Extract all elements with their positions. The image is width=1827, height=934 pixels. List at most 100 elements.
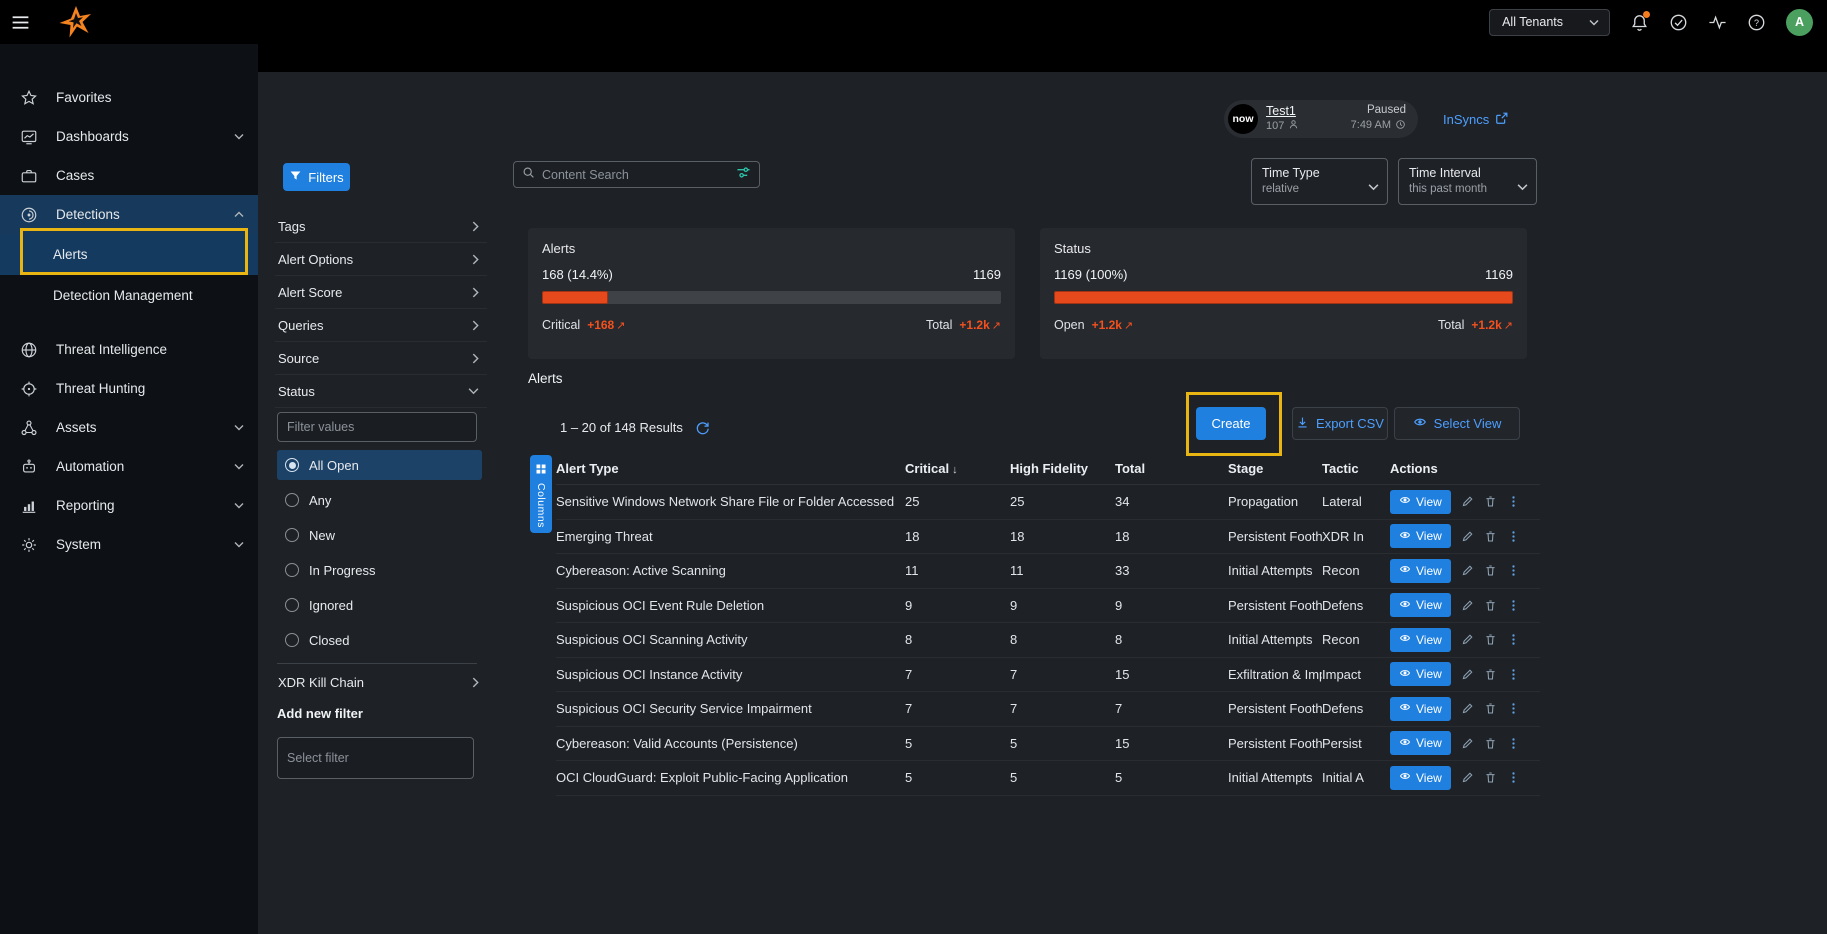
table-row[interactable]: Cybereason: Valid Accounts (Persistence)…: [556, 727, 1540, 762]
cell-alert-type[interactable]: Sensitive Windows Network Share File or …: [556, 494, 905, 509]
view-button[interactable]: View: [1390, 559, 1451, 583]
delete-icon[interactable]: [1484, 702, 1497, 715]
filter-group-source[interactable]: Source: [275, 342, 487, 375]
brand-logo-icon[interactable]: [55, 5, 97, 44]
view-button[interactable]: View: [1390, 697, 1451, 721]
kebab-menu-icon[interactable]: [1507, 564, 1520, 577]
kebab-menu-icon[interactable]: [1507, 495, 1520, 508]
cell-alert-type[interactable]: Suspicious OCI Scanning Activity: [556, 632, 905, 647]
refresh-icon[interactable]: [695, 420, 710, 435]
header-total[interactable]: Total: [1115, 461, 1228, 476]
sidebar-item-threat-intelligence[interactable]: Threat Intelligence: [0, 330, 258, 369]
select-filter-input[interactable]: [277, 737, 474, 779]
kebab-menu-icon[interactable]: [1507, 599, 1520, 612]
cell-alert-type[interactable]: Cybereason: Valid Accounts (Persistence): [556, 736, 905, 751]
header-tactic[interactable]: Tactic: [1322, 461, 1390, 476]
delete-icon[interactable]: [1484, 771, 1497, 784]
edit-icon[interactable]: [1461, 495, 1474, 508]
sidebar-item-cases[interactable]: Cases: [0, 156, 258, 195]
status-option-new[interactable]: New: [277, 520, 482, 550]
filter-group-alert-options[interactable]: Alert Options: [275, 243, 487, 276]
delete-icon[interactable]: [1484, 633, 1497, 646]
cell-alert-type[interactable]: Suspicious OCI Event Rule Deletion: [556, 598, 905, 613]
status-option-ignored[interactable]: Ignored: [277, 590, 482, 620]
filters-button[interactable]: Filters: [283, 163, 350, 191]
kebab-menu-icon[interactable]: [1507, 668, 1520, 681]
tenant-selector[interactable]: All Tenants: [1489, 9, 1610, 36]
view-button[interactable]: View: [1390, 731, 1451, 755]
kebab-menu-icon[interactable]: [1507, 702, 1520, 715]
edit-icon[interactable]: [1461, 530, 1474, 543]
sidebar-subitem-alerts[interactable]: Alerts: [0, 234, 258, 275]
edit-icon[interactable]: [1461, 564, 1474, 577]
check-circle-icon[interactable]: [1669, 13, 1688, 32]
sidebar-item-favorites[interactable]: Favorites: [0, 78, 258, 117]
status-option-closed[interactable]: Closed: [277, 625, 482, 655]
table-row[interactable]: Suspicious OCI Instance Activity 7 7 15 …: [556, 658, 1540, 693]
notifications-bell-icon[interactable]: [1630, 13, 1649, 32]
time-interval-select[interactable]: Time Interval this past month: [1398, 158, 1537, 205]
sync-name[interactable]: Test1: [1266, 105, 1299, 118]
header-alert-type[interactable]: Alert Type: [556, 461, 905, 476]
insyncs-link[interactable]: InSyncs: [1443, 111, 1509, 128]
table-row[interactable]: Suspicious OCI Event Rule Deletion 9 9 9…: [556, 589, 1540, 624]
filter-group-queries[interactable]: Queries: [275, 309, 487, 342]
status-option-in-progress[interactable]: In Progress: [277, 555, 482, 585]
header-stage[interactable]: Stage: [1228, 461, 1322, 476]
status-option-any[interactable]: Any: [277, 485, 482, 515]
table-row[interactable]: Emerging Threat 18 18 18 Persistent Foot…: [556, 520, 1540, 555]
filter-group-status[interactable]: Status: [275, 375, 487, 408]
cell-alert-type[interactable]: Suspicious OCI Security Service Impairme…: [556, 701, 905, 716]
sidebar-item-threat-hunting[interactable]: Threat Hunting: [0, 369, 258, 408]
filter-group-tags[interactable]: Tags: [275, 210, 487, 243]
table-row[interactable]: Sensitive Windows Network Share File or …: [556, 485, 1540, 520]
cell-alert-type[interactable]: Suspicious OCI Instance Activity: [556, 667, 905, 682]
delete-icon[interactable]: [1484, 530, 1497, 543]
kebab-menu-icon[interactable]: [1507, 530, 1520, 543]
search-input[interactable]: [542, 168, 729, 182]
delete-icon[interactable]: [1484, 495, 1497, 508]
cell-alert-type[interactable]: Emerging Threat: [556, 529, 905, 544]
table-row[interactable]: Suspicious OCI Scanning Activity 8 8 8 I…: [556, 623, 1540, 658]
help-icon[interactable]: ?: [1747, 13, 1766, 32]
edit-icon[interactable]: [1461, 702, 1474, 715]
edit-icon[interactable]: [1461, 599, 1474, 612]
kebab-menu-icon[interactable]: [1507, 633, 1520, 646]
header-high-fidelity[interactable]: High Fidelity: [1010, 461, 1115, 476]
cell-alert-type[interactable]: OCI CloudGuard: Exploit Public-Facing Ap…: [556, 770, 905, 785]
time-type-select[interactable]: Time Type relative: [1251, 158, 1388, 205]
sidebar-item-reporting[interactable]: Reporting: [0, 486, 258, 525]
table-row[interactable]: Cybereason: Active Scanning 11 11 33 Ini…: [556, 554, 1540, 589]
view-button[interactable]: View: [1390, 662, 1451, 686]
kebab-menu-icon[interactable]: [1507, 771, 1520, 784]
filter-values-input[interactable]: [277, 412, 477, 442]
sidebar-item-dashboards[interactable]: Dashboards: [0, 117, 258, 156]
view-button[interactable]: View: [1390, 766, 1451, 790]
sync-status-widget[interactable]: now Test1 107 Paused 7:49 AM: [1224, 100, 1418, 138]
create-button[interactable]: Create: [1196, 407, 1266, 440]
view-button[interactable]: View: [1390, 490, 1451, 514]
kebab-menu-icon[interactable]: [1507, 737, 1520, 750]
delete-icon[interactable]: [1484, 737, 1497, 750]
edit-icon[interactable]: [1461, 668, 1474, 681]
user-avatar[interactable]: A: [1786, 9, 1813, 36]
sidebar-item-assets[interactable]: Assets: [0, 408, 258, 447]
sidebar-item-automation[interactable]: Automation: [0, 447, 258, 486]
select-view-button[interactable]: Select View: [1394, 407, 1520, 440]
delete-icon[interactable]: [1484, 599, 1497, 612]
edit-icon[interactable]: [1461, 771, 1474, 784]
filter-group-alert-score[interactable]: Alert Score: [275, 276, 487, 309]
export-csv-button[interactable]: Export CSV: [1292, 407, 1388, 440]
hamburger-menu-icon[interactable]: [10, 12, 31, 33]
sidebar-item-system[interactable]: System: [0, 525, 258, 564]
table-row[interactable]: Suspicious OCI Security Service Impairme…: [556, 692, 1540, 727]
header-critical[interactable]: Critical↓: [905, 461, 1010, 476]
sidebar-subitem-detection-management[interactable]: Detection Management: [0, 275, 258, 316]
columns-tab[interactable]: Columns: [530, 455, 552, 533]
filter-group-xdr-kill-chain[interactable]: XDR Kill Chain: [275, 666, 487, 698]
view-button[interactable]: View: [1390, 628, 1451, 652]
sidebar-item-detections[interactable]: Detections: [0, 195, 258, 234]
delete-icon[interactable]: [1484, 668, 1497, 681]
cell-alert-type[interactable]: Cybereason: Active Scanning: [556, 563, 905, 578]
edit-icon[interactable]: [1461, 633, 1474, 646]
